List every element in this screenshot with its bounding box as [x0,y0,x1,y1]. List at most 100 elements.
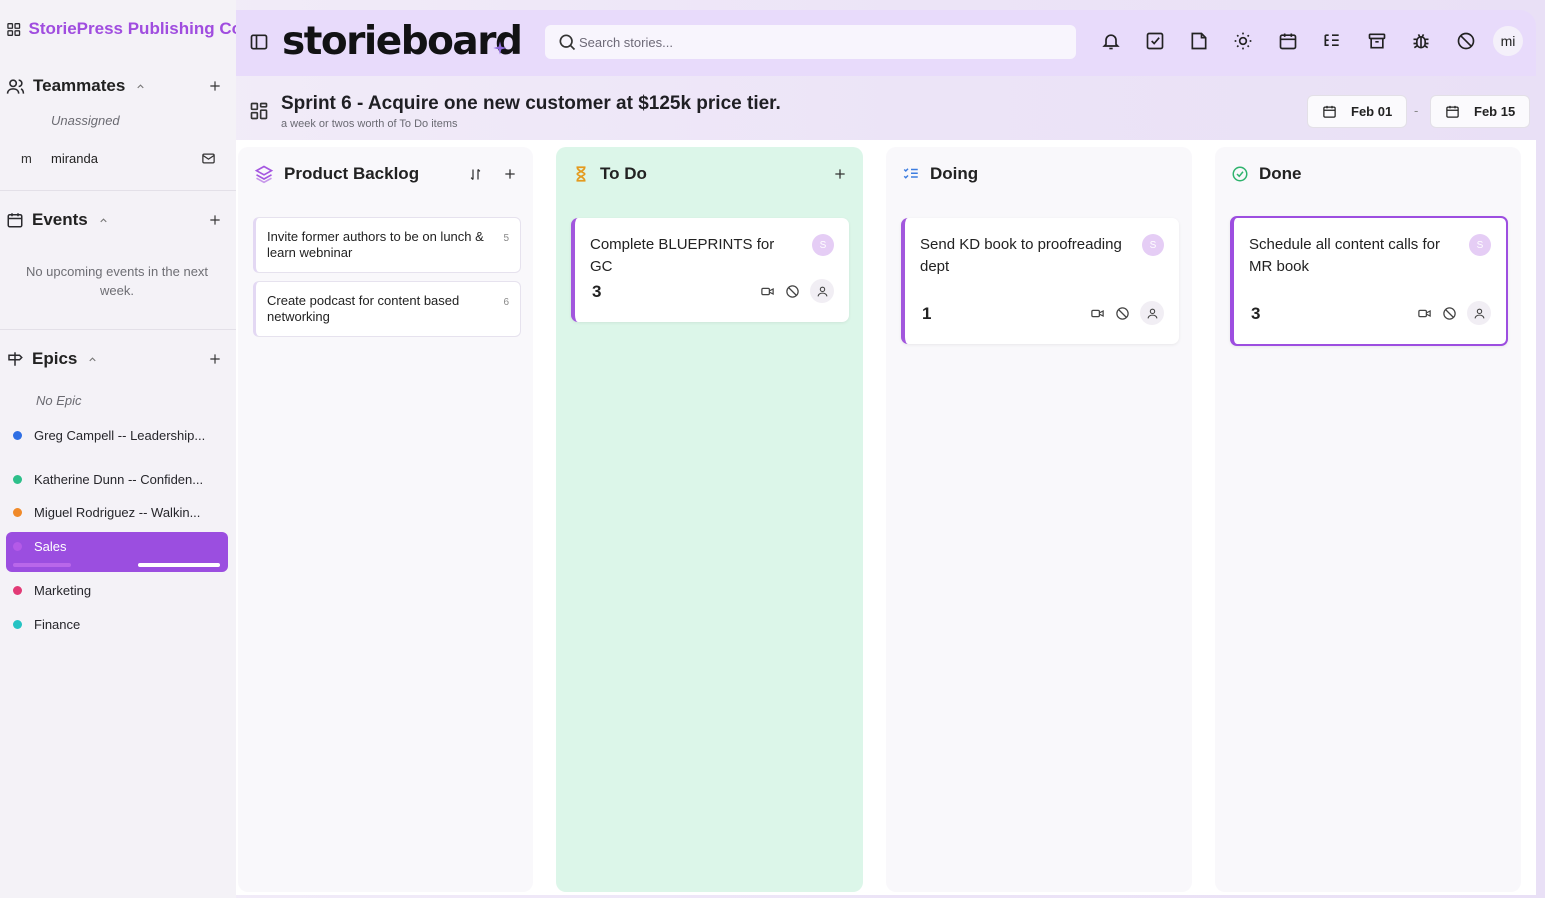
hourglass-icon [576,166,586,182]
end-date-label: Feb 15 [1474,104,1516,119]
epic-item[interactable]: Finance [6,610,228,638]
divider [0,190,236,191]
add-card-icon[interactable] [503,167,517,181]
story-card[interactable]: Complete BLUEPRINTS for GC S 3 [571,218,849,322]
column-done: Done Schedule all content calls for MR b… [1215,147,1521,892]
card-number: 5 [503,233,509,244]
card-text: Create podcast for content based network… [267,293,460,324]
app-logo[interactable]: storieboard [282,19,523,64]
assignee-avatar[interactable]: S [812,234,834,256]
epic-name: Finance [34,616,81,632]
org-switcher[interactable]: StoriePress Publishing Co [6,17,242,41]
check-square-icon[interactable] [1145,31,1165,51]
video-icon[interactable] [1417,306,1432,321]
column-to-do: To Do Complete BLUEPRINTS for GC S 3 [556,147,863,892]
column-header: Doing [902,162,1176,186]
story-card-selected[interactable]: Schedule all content calls for MR book S… [1230,216,1508,346]
epics-section-header[interactable]: Epics [6,346,228,372]
chevron-up-icon[interactable] [98,215,109,226]
calendar-icon [7,213,23,228]
card-number: 6 [503,297,509,308]
list-tree-icon[interactable] [1322,31,1342,51]
sparkle-icon [493,41,507,55]
epic-color-dot [13,474,22,484]
sprint-start-date-button[interactable]: Feb 01 [1307,95,1407,128]
teammates-title: Teammates [33,76,126,95]
epic-name: Katherine Dunn -- Confiden... [34,471,204,487]
video-icon[interactable] [1090,306,1105,321]
add-event-icon[interactable] [208,213,222,227]
ban-icon[interactable] [785,284,800,299]
no-epic-filter[interactable]: No Epic [36,393,82,408]
epic-color-dot [13,619,22,629]
unassigned-filter[interactable]: Unassigned [51,113,120,128]
list-checks-icon [903,168,918,179]
story-card[interactable]: Send KD book to proofreading dept S 1 [901,218,1179,344]
ban-icon[interactable] [1442,306,1457,321]
sprint-title: Sprint 6 - Acquire one new customer at $… [281,93,781,114]
epic-name: Greg Campell -- Leadership... [34,427,206,443]
chevron-up-icon[interactable] [87,354,98,365]
epic-item[interactable]: Miguel Rodriguez -- Walkin... [6,498,228,526]
grid-icon [7,22,21,36]
column-title: Doing [930,164,979,183]
column-title: Product Backlog [284,164,420,183]
search-input[interactable] [579,34,1059,50]
story-title: Complete BLUEPRINTS for GC [590,236,775,275]
backlog-card[interactable]: Create podcast for content based network… [253,281,521,337]
epic-item[interactable]: Katherine Dunn -- Confiden... [6,465,228,493]
story-title: Schedule all content calls for MR book [1249,236,1440,275]
epic-color-dot [13,585,22,595]
events-title: Events [32,210,88,229]
top-header: storieboard mi [236,10,1536,76]
add-epic-icon[interactable] [208,352,222,366]
calendar-icon [1446,105,1459,118]
epic-progress-bar [138,563,220,567]
epic-name: Miguel Rodriguez -- Walkin... [34,504,201,520]
add-teammate-icon[interactable] [208,79,222,93]
events-empty-text: No upcoming events in the next week. [25,264,209,298]
teammate-row[interactable]: m miranda [0,146,236,170]
sort-icon[interactable] [468,167,483,182]
teammates-section-header[interactable]: Teammates [6,73,228,99]
org-name: StoriePress Publishing Co [28,19,243,38]
epic-item[interactable]: Marketing [6,576,228,604]
sidebar-toggle-icon[interactable] [249,32,269,52]
story-points: 3 [592,282,602,301]
archive-icon[interactable] [1367,31,1387,51]
bug-icon[interactable] [1411,31,1431,51]
assignee-avatar[interactable]: S [1142,234,1164,256]
sprint-end-date-button[interactable]: Feb 15 [1430,95,1530,128]
video-icon[interactable] [760,284,775,299]
user-avatar[interactable]: mi [1493,26,1523,56]
calendar-icon[interactable] [1278,31,1298,51]
teammate-name: miranda [51,150,98,166]
ban-icon[interactable] [1456,31,1476,51]
sprint-subtitle: a week or twos worth of To Do items [281,118,458,130]
users-icon [6,78,25,94]
backlog-card[interactable]: Invite former authors to be on lunch & l… [253,217,521,273]
epic-color-dot [13,430,22,440]
assign-user-button[interactable] [1140,301,1164,325]
teammate-initial: m [21,150,32,166]
ban-icon[interactable] [1115,306,1130,321]
search-box[interactable] [545,25,1076,59]
epic-item-active[interactable]: Sales [6,532,228,572]
start-date-label: Feb 01 [1351,104,1393,119]
card-text: Invite former authors to be on lunch & l… [267,229,484,260]
file-icon[interactable] [1189,31,1209,51]
add-card-icon[interactable] [833,167,847,181]
sun-icon[interactable] [1233,31,1253,51]
bell-icon[interactable] [1101,31,1121,51]
epic-item[interactable]: Greg Campell -- Leadership... [6,421,228,449]
story-title: Send KD book to proofreading dept [920,236,1122,275]
events-section-header[interactable]: Events [6,207,228,233]
assign-user-button[interactable] [1467,301,1491,325]
mail-icon[interactable] [201,151,216,166]
assign-user-button[interactable] [810,279,834,303]
column-header: Product Backlog [254,162,517,186]
assignee-avatar[interactable]: S [1469,234,1491,256]
column-product-backlog: Product Backlog Invite former authors to… [238,147,533,892]
chevron-up-icon[interactable] [135,81,146,92]
story-points: 3 [1251,304,1261,323]
